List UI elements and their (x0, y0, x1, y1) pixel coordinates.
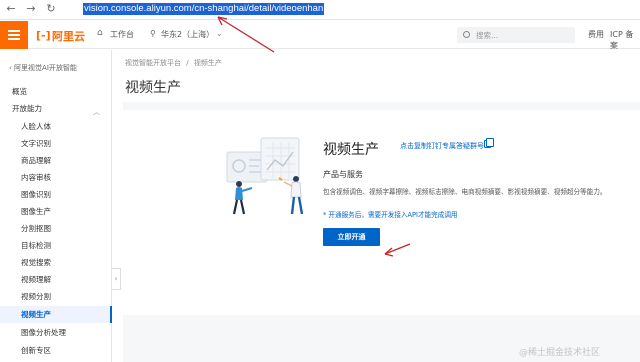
home-icon: ⌂ (97, 28, 103, 38)
sidebar-item-segmentation[interactable]: 分割抠图 (0, 220, 112, 237)
search-input[interactable]: 搜索... (457, 27, 575, 43)
sidebar-back-link[interactable]: ‹ 阿里视觉AI开放智能 (9, 63, 77, 73)
sidebar-item-label: 视觉搜索 (21, 258, 51, 267)
sidebar-item-label: 创新专区 (21, 346, 51, 355)
sidebar-item-video-segmentation[interactable]: 视频分割 (0, 288, 112, 305)
sidebar-item-label: 图像识别 (21, 190, 51, 199)
sidebar-item-label: 视频生产 (21, 310, 51, 319)
sidebar-item-label: 视频理解 (21, 275, 51, 284)
sidebar: ‹ 阿里视觉AI开放智能 概览 开放能力 ︿ 人脸人体 文字识别 商品理解 内容审… (0, 50, 112, 362)
sidebar-item-ocr[interactable]: 文字识别 (0, 135, 112, 152)
breadcrumb-separator: / (186, 59, 189, 67)
sidebar-item-label: 视频分割 (21, 292, 51, 301)
product-title: 视频生产 (323, 142, 379, 158)
copy-icon[interactable] (484, 138, 494, 148)
aliyun-logo-icon: [-] (36, 29, 51, 42)
browser-toolbar: ← → ↻ vision.console.aliyun.com/cn-shang… (0, 0, 640, 20)
activation-note: * 开通服务后，需要开发接入API才能完成调用 (323, 211, 458, 219)
sidebar-item-video-production[interactable]: 视频生产 (0, 306, 112, 323)
product-description: 包含视频调色、视频字幕擦除、视频标志擦除、电商视频摘要、影视视频摘要、视频超分等… (323, 188, 607, 196)
breadcrumb: 视觉智能开放平台 / 视频生产 (125, 58, 222, 68)
menu-icon[interactable] (0, 21, 28, 49)
search-placeholder: 搜索... (476, 31, 499, 40)
chevron-down-icon[interactable]: ⌄ (216, 29, 223, 38)
activate-button[interactable]: 立即开通 (323, 228, 380, 246)
search-icon (463, 31, 470, 38)
sidebar-item-innovation[interactable]: 创新专区 (0, 342, 112, 359)
product-illustration (226, 137, 304, 215)
sidebar-item-content-review[interactable]: 内容审核 (0, 169, 112, 186)
sidebar-item-label: 图像分析处理 (21, 328, 66, 337)
location-icon: ⚲ (150, 29, 156, 38)
workbench-link[interactable]: 工作台 (110, 29, 134, 40)
sidebar-item-label: 开放能力 (12, 104, 42, 113)
back-arrow-icon[interactable]: ← (4, 2, 18, 16)
sidebar-item-label: 人脸人体 (21, 122, 51, 131)
sidebar-item-label: 内容审核 (21, 173, 51, 182)
fee-link[interactable]: 费用 (588, 29, 604, 40)
sidebar-item-open-abilities[interactable]: 开放能力 ︿ (0, 100, 112, 117)
dingtalk-group-link[interactable]: 点击复制钉钉专属答疑群号 (400, 141, 484, 151)
sidebar-item-label: 文字识别 (21, 139, 51, 148)
reload-icon[interactable]: ↻ (44, 2, 58, 16)
forward-arrow-icon[interactable]: → (24, 2, 38, 16)
breadcrumb-root[interactable]: 视觉智能开放平台 (125, 59, 181, 67)
sidebar-item-label: 商品理解 (21, 156, 51, 165)
sidebar-item-label: 目标检测 (21, 241, 51, 250)
sidebar-item-image-recognition[interactable]: 图像识别 (0, 186, 112, 203)
sidebar-item-label: 分割抠图 (21, 224, 51, 233)
section-title: 产品与服务 (323, 170, 363, 179)
watermark: @稀土掘金技术社区 (519, 348, 601, 358)
sidebar-item-video-understanding[interactable]: 视频理解 (0, 271, 112, 288)
sidebar-item-face-body[interactable]: 人脸人体 (0, 118, 112, 135)
sidebar-back-label: 阿里视觉AI开放智能 (14, 64, 77, 72)
region-selector[interactable]: 华东2（上海） (161, 29, 214, 40)
sidebar-item-overview[interactable]: 概览 (0, 83, 112, 100)
page-title: 视频生产 (125, 80, 181, 96)
sidebar-item-object-detection[interactable]: 目标检测 (0, 237, 112, 254)
console-header: [-] 阿里云 ⌂ 工作台 ⚲ 华东2（上海） ⌄ 搜索... 费用 ICP 备… (0, 21, 640, 51)
aliyun-logo-text[interactable]: 阿里云 (52, 28, 85, 44)
sidebar-item-label: 图像生产 (21, 207, 51, 216)
sidebar-item-image-analysis[interactable]: 图像分析处理 (0, 324, 112, 341)
breadcrumb-current: 视频生产 (193, 59, 222, 67)
sidebar-item-product-understanding[interactable]: 商品理解 (0, 152, 112, 169)
icp-link[interactable]: ICP 备案 (610, 29, 640, 51)
sidebar-item-image-production[interactable]: 图像生产 (0, 203, 112, 220)
sidebar-collapse-toggle[interactable]: ‹ (112, 268, 121, 290)
sidebar-item-visual-search[interactable]: 视觉搜索 (0, 254, 112, 271)
url-text[interactable]: vision.console.aliyun.com/cn-shanghai/de… (83, 3, 325, 15)
sidebar-item-label: 概览 (12, 87, 27, 96)
